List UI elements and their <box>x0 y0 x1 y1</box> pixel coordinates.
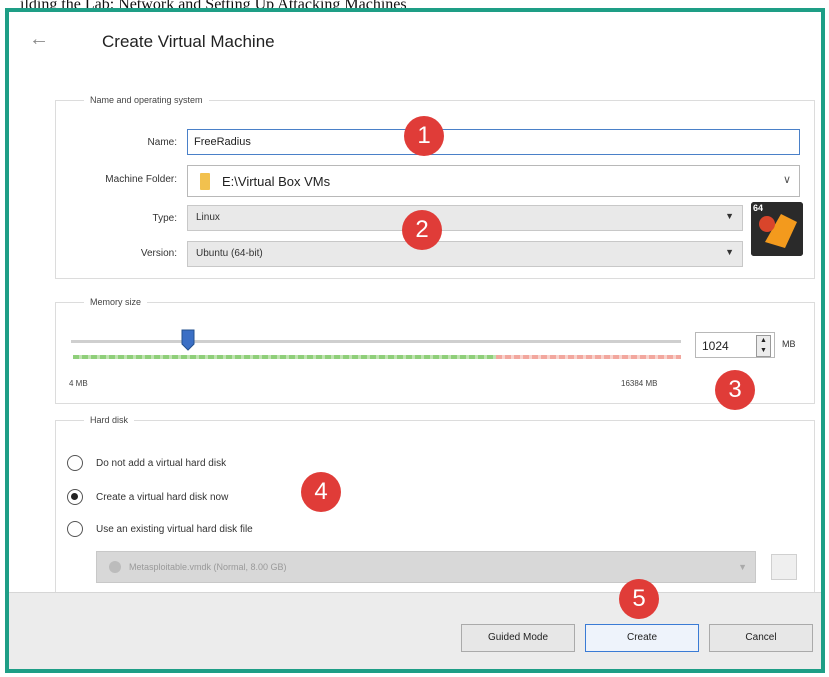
version-value: Ubuntu (64-bit) <box>196 248 263 259</box>
machine-folder-label: Machine Folder: <box>105 174 177 185</box>
radio-no-disk[interactable] <box>67 455 83 471</box>
step-marker-5: 5 <box>619 579 659 619</box>
name-os-legend: Name and operating system <box>90 95 203 105</box>
ubuntu-os-icon: 64 <box>751 202 803 256</box>
disk-icon <box>109 561 121 573</box>
machine-folder-value: E:\Virtual Box VMs <box>222 174 331 189</box>
memory-slider-track[interactable] <box>71 340 681 343</box>
hard-disk-legend: Hard disk <box>90 415 129 425</box>
version-combo[interactable]: Ubuntu (64-bit) ▼ <box>187 241 743 267</box>
dropdown-arrow-icon: ▼ <box>738 562 747 572</box>
memory-value: 1024 <box>702 339 729 353</box>
back-arrow-icon[interactable]: ← <box>29 28 49 51</box>
memory-legend: Memory size <box>90 297 142 307</box>
cancel-button[interactable]: Cancel <box>709 624 813 652</box>
dropdown-arrow-icon: ▼ <box>725 247 734 257</box>
radio-create-disk-label: Create a virtual hard disk now <box>96 492 229 503</box>
type-combo[interactable]: Linux ▼ <box>187 205 743 231</box>
guided-mode-button[interactable]: Guided Mode <box>461 624 575 652</box>
dropdown-arrow-icon: ▼ <box>725 211 734 221</box>
step-marker-2: 2 <box>402 210 442 250</box>
memory-min-label: 4 MB <box>69 379 88 388</box>
memory-unit: MB <box>782 339 796 349</box>
type-value: Linux <box>196 212 220 223</box>
type-label: Type: <box>152 213 177 224</box>
version-label: Version: <box>140 248 177 259</box>
step-marker-1: 1 <box>404 116 444 156</box>
browse-folder-icon <box>771 554 797 580</box>
memory-max-label: 16384 MB <box>621 379 658 388</box>
spin-arrows-icon[interactable]: ▲ ▼ <box>756 335 771 357</box>
create-button[interactable]: Create <box>585 624 699 652</box>
step-marker-4: 4 <box>301 472 341 512</box>
name-input-value: FreeRadius <box>194 136 251 148</box>
dialog-frame: ← Create Virtual Machine Name and operat… <box>5 8 825 673</box>
folder-icon <box>200 173 210 190</box>
memory-red-range <box>496 355 681 359</box>
memory-spinbox[interactable]: 1024 ▲ ▼ <box>695 332 775 358</box>
memory-green-range <box>73 355 496 359</box>
radio-existing-disk-label: Use an existing virtual hard disk file <box>96 524 253 535</box>
dialog-footer <box>9 592 821 669</box>
os-badge: 64 <box>753 203 764 213</box>
existing-disk-combo: Metasploitable.vmdk (Normal, 8.00 GB) ▼ <box>96 551 756 583</box>
radio-create-disk[interactable] <box>67 489 83 505</box>
existing-disk-value: Metasploitable.vmdk (Normal, 8.00 GB) <box>129 562 287 572</box>
chevron-down-icon: ∨ <box>782 174 791 186</box>
create-vm-dialog: ← Create Virtual Machine Name and operat… <box>9 12 821 669</box>
name-input[interactable]: FreeRadius <box>187 129 800 155</box>
memory-slider-handle[interactable] <box>181 329 195 351</box>
radio-existing-disk[interactable] <box>67 521 83 537</box>
name-label: Name: <box>147 137 177 148</box>
radio-no-disk-label: Do not add a virtual hard disk <box>96 458 227 469</box>
step-marker-3: 3 <box>715 370 755 410</box>
dialog-title: Create Virtual Machine <box>102 32 275 51</box>
machine-folder-combo[interactable]: E:\Virtual Box VMs ∨ <box>187 165 800 197</box>
